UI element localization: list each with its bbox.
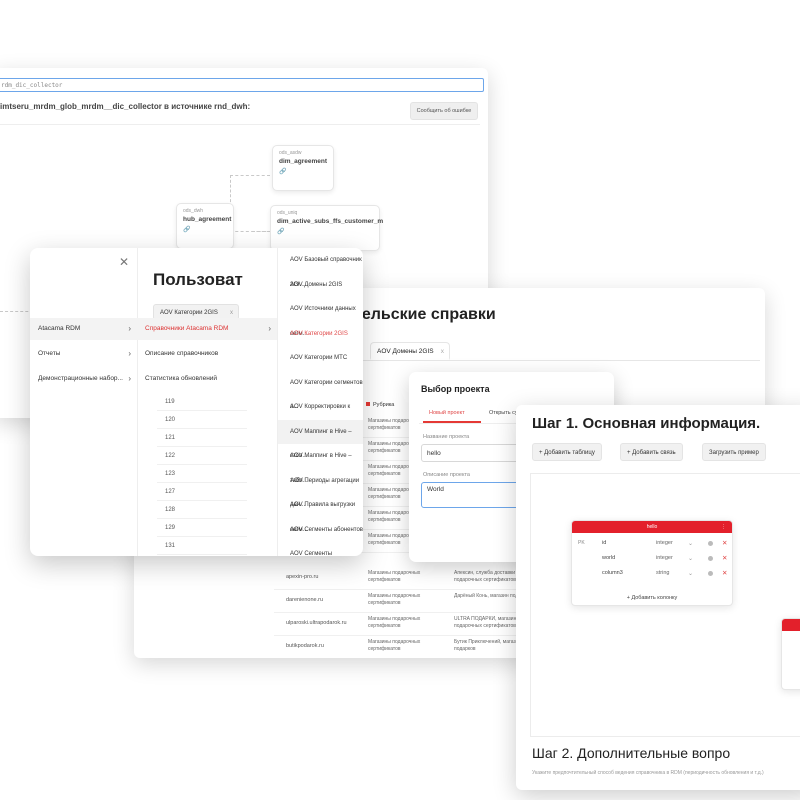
close-icon[interactable]: x bbox=[441, 343, 444, 361]
link-icon[interactable]: 🔗 bbox=[183, 226, 227, 233]
node-category: ods_asdw bbox=[279, 150, 302, 156]
nav-item-dictionary[interactable]: AOV Маппинг в Hive – табл... bbox=[278, 444, 363, 484]
nav-item-dictionary-active[interactable]: AOV Категории 2GIS bbox=[278, 322, 363, 347]
step1-title: Шаг 1. Основная информация. bbox=[532, 415, 761, 432]
nav-column-sections: ✕ Atacama RDM › Отчеты › Демонстрационные … bbox=[30, 248, 138, 556]
node-category: ods_dwh bbox=[183, 208, 204, 214]
delete-icon: ✕ bbox=[722, 540, 728, 547]
nav-item-dictionary[interactable]: AOV Периоды агрегации дан... bbox=[278, 469, 363, 509]
chevron-right-icon: › bbox=[128, 349, 131, 358]
chevron-right-icon: › bbox=[128, 324, 131, 333]
nav-menu-window: ✕ Atacama RDM › Отчеты › Демонстрационные … bbox=[30, 248, 363, 556]
node-category: ods_uniq bbox=[277, 210, 298, 216]
nav-item-dictionary-descriptions[interactable]: Описание справочников bbox=[137, 343, 277, 365]
nav-item-dictionary[interactable]: AOV Домены 2GIS bbox=[278, 273, 363, 298]
lineage-node-dim-agreement[interactable]: ods_asdw dim_agreement 🔗 bbox=[272, 145, 334, 191]
table-name: hello bbox=[646, 524, 658, 530]
table-row[interactable]: 120 bbox=[157, 411, 247, 429]
table-row[interactable]: 121 bbox=[157, 429, 247, 447]
nav-item-dictionary[interactable]: AOV Корректировки к 2GIS bbox=[278, 395, 363, 435]
nav-item-demo-sets[interactable]: Демонстрационные набор... › bbox=[30, 368, 137, 390]
lineage-edge bbox=[230, 175, 270, 176]
tab-new-project[interactable]: Новый проект bbox=[429, 410, 465, 416]
table-field-row[interactable]: column3 string ⌄ ✕ bbox=[572, 567, 732, 580]
table-field-row[interactable]: PK id integer ⌄ ✕ bbox=[572, 537, 732, 550]
lineage-node-hub-agreement[interactable]: ods_dwh hub_agreement 🔗 bbox=[176, 203, 234, 249]
nav-item-dictionary[interactable]: AOV Категории сегментов а... bbox=[278, 371, 363, 411]
nav-column-subsections: Пользоват AOV Категории 2GIS x Справочник… bbox=[137, 248, 278, 556]
chevron-down-icon: ⌄ bbox=[688, 541, 694, 547]
lineage-title: imtseru_mrdm_glob_mrdm__dic_collector в … bbox=[0, 102, 251, 111]
nav-item-dictionary[interactable]: AOV Сегменты приоритетов... bbox=[278, 542, 363, 556]
project-name-label: Название проекта bbox=[423, 434, 470, 440]
schema-table-hello[interactable]: hello ⋮ PK id integer ⌄ ✕ world integer ⌄ ✕ colu… bbox=[571, 520, 733, 606]
chevron-down-icon: ⌄ bbox=[688, 556, 694, 562]
add-relation-button[interactable]: + Добавить связь bbox=[620, 443, 683, 461]
delete-icon: ✕ bbox=[722, 570, 728, 577]
nav-item-dictionary-hover[interactable]: AOV Маппинг в Hive – стол... bbox=[278, 419, 363, 459]
tab-bar: AOV Домены 2GIS x bbox=[360, 340, 760, 361]
step2-title: Шаг 2. Дополнительные вопро bbox=[532, 745, 731, 761]
table-row[interactable]: 122 bbox=[157, 447, 247, 465]
nav-item-update-stats[interactable]: Статистика обновлений bbox=[137, 368, 277, 390]
page-title: Пользоват bbox=[153, 270, 243, 289]
link-icon[interactable]: 🔗 bbox=[277, 228, 373, 235]
nav-item-dictionary[interactable]: AOV Правила выгрузки сегм... bbox=[278, 493, 363, 533]
project-description-label: Описание проекта bbox=[423, 472, 470, 478]
nav-item-dictionary[interactable]: AOV Источники данных сегм... bbox=[278, 297, 363, 337]
tab-label: AOV Домены 2GIS bbox=[377, 348, 434, 355]
key-toggle bbox=[708, 556, 713, 561]
dialog-title: Выбор проекта bbox=[421, 384, 490, 394]
load-example-button[interactable]: Загрузить пример bbox=[702, 443, 766, 461]
report-error-button[interactable]: Сообщить об ошибке bbox=[410, 102, 478, 120]
table-row[interactable]: 123 bbox=[157, 465, 247, 483]
sort-icon bbox=[366, 402, 370, 406]
node-name: dim_agreement bbox=[279, 158, 328, 165]
link-icon[interactable]: 🔗 bbox=[279, 168, 327, 175]
table-field-row[interactable]: world integer ⌄ ✕ bbox=[572, 552, 732, 565]
nav-item-dictionary[interactable]: AOV Категории МТС bbox=[278, 346, 363, 371]
add-column-button[interactable]: + Добавить колонку bbox=[572, 595, 732, 601]
table-row[interactable]: 119 bbox=[157, 393, 247, 411]
steps-window: Шаг 1. Основная информация. + Добавить т… bbox=[516, 405, 800, 790]
table-row[interactable]: 131 bbox=[157, 537, 247, 555]
nav-item-dictionary[interactable]: AOV Сегменты абонентов bbox=[278, 518, 363, 543]
nav-item-reports[interactable]: Отчеты › bbox=[30, 343, 137, 365]
table-header bbox=[782, 619, 800, 631]
key-toggle bbox=[708, 541, 713, 546]
close-icon[interactable]: ✕ bbox=[119, 255, 129, 269]
step2-description: Укажите предпочтительный способ ведения … bbox=[532, 770, 764, 776]
nav-item-atacama-rdm[interactable]: Atacama RDM › bbox=[30, 318, 137, 340]
schema-canvas[interactable]: hello ⋮ PK id integer ⌄ ✕ world integer ⌄ ✕ colu… bbox=[530, 473, 800, 737]
schema-table-second[interactable] bbox=[781, 618, 800, 690]
delete-icon: ✕ bbox=[722, 555, 728, 562]
lineage-edge bbox=[252, 231, 272, 232]
tab-aov-domains[interactable]: AOV Домены 2GIS x bbox=[370, 342, 450, 360]
add-table-button[interactable]: + Добавить таблицу bbox=[532, 443, 602, 461]
table-menu-icon[interactable]: ⋮ bbox=[721, 521, 726, 533]
page-title: тельские справки bbox=[354, 306, 496, 323]
chevron-right-icon: › bbox=[268, 324, 271, 333]
nav-item-rdm-dictionaries[interactable]: Справочники Atacama RDM › bbox=[137, 318, 277, 340]
table-row[interactable]: 127 bbox=[157, 483, 247, 501]
lineage-node-dim-active-subs[interactable]: ods_uniq dim_active_subs_ffs_customer_m … bbox=[270, 205, 384, 251]
node-name: dim_active_subs_ffs_customer_m bbox=[277, 218, 384, 225]
nav-item-dictionary[interactable]: AOV Базовый справочник 2GI... bbox=[278, 248, 363, 288]
nav-column-dictionaries: AOV Базовый справочник 2GI... AOV Домены… bbox=[278, 248, 363, 556]
node-name: hub_agreement bbox=[183, 216, 232, 223]
table-row[interactable]: 129 bbox=[157, 519, 247, 537]
chevron-right-icon: › bbox=[128, 374, 131, 383]
key-toggle bbox=[708, 571, 713, 576]
column-header[interactable]: Рубрика bbox=[366, 402, 394, 408]
search-input[interactable]: rdm_dic_collector bbox=[0, 78, 484, 92]
chevron-down-icon: ⌄ bbox=[688, 571, 694, 577]
table-row[interactable]: 128 bbox=[157, 501, 247, 519]
